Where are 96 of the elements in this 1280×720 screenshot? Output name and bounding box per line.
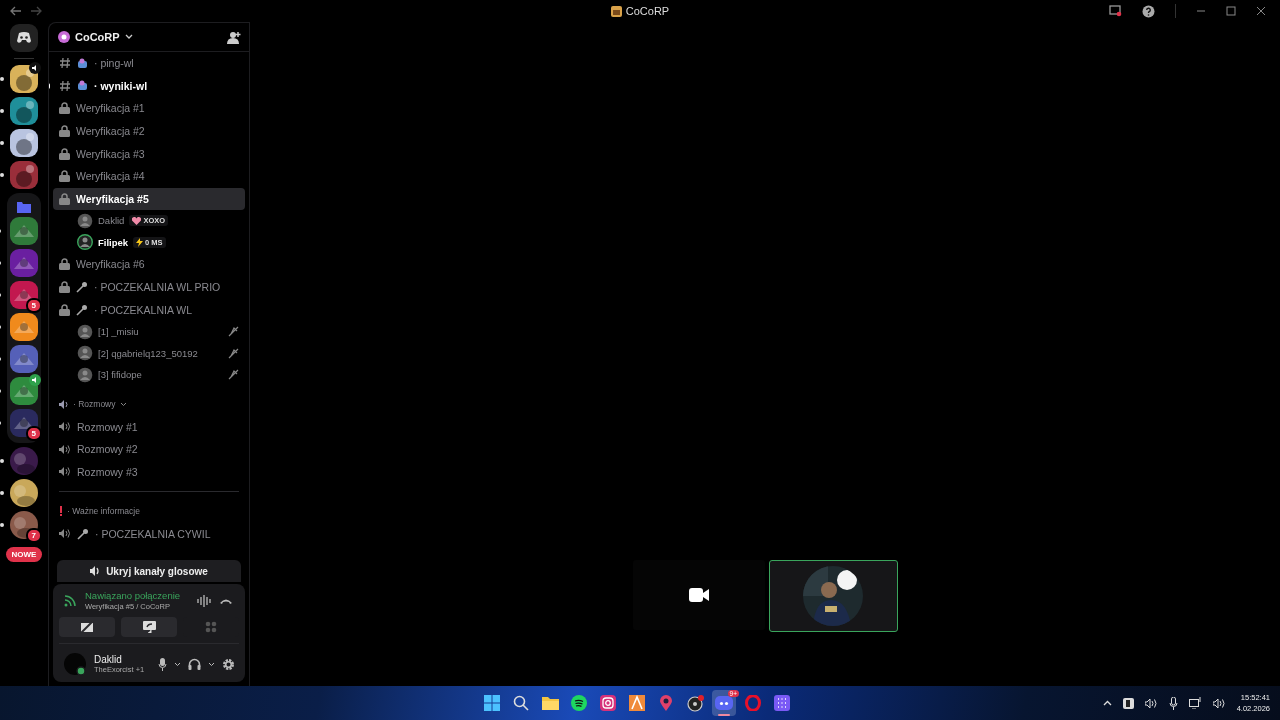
- sound-wave-icon[interactable]: [197, 594, 211, 607]
- opera-icon: [745, 695, 761, 711]
- back-icon[interactable]: [10, 6, 22, 16]
- app-icon: [610, 5, 622, 17]
- member-name[interactable]: [3] fifidope: [98, 369, 142, 381]
- user-avatar[interactable]: [63, 652, 87, 676]
- lock-icon: [59, 281, 70, 294]
- user-name: Daklid: [94, 654, 123, 665]
- lock-icon: [59, 192, 70, 205]
- lightning-icon: [136, 237, 144, 247]
- member-name[interactable]: Daklid: [98, 215, 125, 227]
- microphone-icon: [76, 281, 88, 294]
- close-icon[interactable]: [1256, 6, 1266, 16]
- camera-tile[interactable]: [632, 560, 765, 630]
- new-badge[interactable]: NOWE: [5, 547, 43, 562]
- alert-icon: [59, 506, 63, 517]
- record-app-icon: [686, 694, 704, 712]
- activities-icon: [205, 621, 217, 633]
- channel-item[interactable]: · POCZEKALNIA WL: [53, 298, 245, 321]
- channel-item[interactable]: Rozmowy #1: [53, 415, 245, 439]
- signal-icon: [63, 593, 77, 608]
- camera-icon: [600, 695, 616, 711]
- controller-icon: [715, 696, 733, 710]
- controller-icon: [16, 32, 32, 44]
- category-name[interactable]: · Ważne informacje: [67, 506, 140, 517]
- lock-icon: [59, 303, 70, 316]
- volume-icon[interactable]: [1144, 697, 1158, 709]
- app-icon: [629, 695, 645, 711]
- server-name[interactable]: CoCoRP: [75, 31, 120, 43]
- lock-icon: [59, 170, 70, 183]
- chevron-icon[interactable]: [208, 661, 215, 667]
- tray-app-icon[interactable]: [1122, 697, 1134, 709]
- speaker-icon: [59, 399, 69, 409]
- home-button[interactable]: [10, 24, 38, 52]
- emoji-icon: [77, 57, 88, 69]
- heart-icon: [132, 216, 142, 225]
- member-name[interactable]: Filipek: [98, 236, 129, 248]
- category-name[interactable]: · Rozmowy: [73, 399, 116, 410]
- screen-share-button[interactable]: [121, 617, 177, 637]
- folder-icon[interactable]: [17, 201, 31, 213]
- help-icon[interactable]: [1142, 4, 1155, 18]
- camera-icon: [688, 588, 709, 602]
- channel-item[interactable]: · ping-wl: [53, 52, 245, 75]
- server-icon: [58, 31, 70, 43]
- microphone-icon[interactable]: [158, 657, 167, 671]
- channel-item[interactable]: Weryfikacja #1: [53, 97, 245, 120]
- lock-icon: [59, 125, 70, 138]
- channel-item[interactable]: Weryfikacja #2: [53, 119, 245, 143]
- speaker-icon: [59, 466, 71, 478]
- maximize-icon[interactable]: [1226, 6, 1236, 16]
- screen-icon[interactable]: [1109, 5, 1122, 17]
- settings-icon[interactable]: [222, 657, 235, 671]
- lock-icon: [59, 102, 70, 115]
- member-name[interactable]: [1] _misiu: [98, 326, 139, 338]
- add-user-icon[interactable]: [227, 30, 241, 44]
- chevron-icon[interactable]: [119, 401, 127, 407]
- channel-item[interactable]: Weryfikacja #4: [53, 164, 245, 188]
- microphone-icon[interactable]: [1168, 696, 1178, 710]
- screen-share-icon: [142, 621, 156, 633]
- channel-item[interactable]: Rozmowy #2: [53, 438, 245, 461]
- speaker-icon: [59, 421, 71, 433]
- camera-off-button[interactable]: [59, 617, 115, 637]
- lock-icon: [59, 258, 70, 271]
- connection-status: Nawiązano połączenie: [85, 590, 182, 601]
- headphones-icon[interactable]: [188, 658, 201, 670]
- emoji-icon: [77, 80, 88, 92]
- channel-item[interactable]: · POCZEKALNIA WL PRIO: [53, 275, 245, 299]
- stream-tile[interactable]: [768, 560, 898, 632]
- hide-voice-channels-button[interactable]: Ukryj kanały glosowe: [57, 560, 241, 582]
- speaker-icon: [59, 443, 71, 455]
- microphone-icon: [76, 303, 88, 316]
- channel-item[interactable]: · POCZEKALNIA CYWIL: [53, 522, 245, 545]
- channel-item[interactable]: Weryfikacja #6: [53, 253, 245, 276]
- member-name[interactable]: [2] qgabrielq123_50192: [98, 347, 198, 359]
- window-title: CoCoRP: [625, 5, 670, 17]
- microphone-icon: [77, 527, 89, 540]
- spotify-icon: [571, 695, 587, 711]
- chevron-icon[interactable]: [124, 34, 133, 40]
- volume-icon[interactable]: [1212, 697, 1226, 709]
- channel-item[interactable]: Rozmowy #3: [53, 460, 245, 484]
- folder-icon: [541, 696, 559, 710]
- hashtag-icon: [59, 79, 71, 92]
- channel-item[interactable]: Weryfikacja #5: [53, 187, 245, 211]
- windows-icon: [484, 695, 500, 711]
- chevron-icon[interactable]: [174, 661, 181, 667]
- speaker-icon: [59, 528, 71, 539]
- network-icon[interactable]: [1188, 697, 1202, 709]
- location-pin-icon: [660, 695, 672, 711]
- camera-off-icon: [80, 621, 94, 633]
- channel-item[interactable]: Weryfikacja #3: [53, 142, 245, 165]
- hashtag-icon: [59, 57, 71, 70]
- chevron-up-icon[interactable]: [1102, 700, 1112, 706]
- speaker-icon: [90, 566, 102, 576]
- grid-icon: [774, 695, 790, 711]
- search-icon: [513, 695, 529, 711]
- lock-icon: [59, 147, 70, 160]
